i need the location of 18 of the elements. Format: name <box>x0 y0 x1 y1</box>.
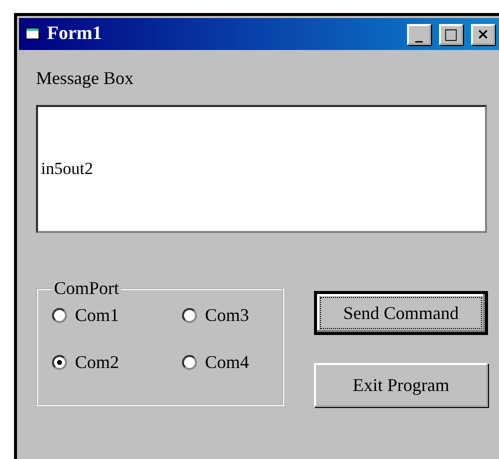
message-box[interactable]: in5out2 <box>36 105 487 233</box>
window-title: Form1 <box>47 23 103 45</box>
radio-button[interactable] <box>52 355 67 370</box>
minimize-button[interactable]: _ <box>407 24 431 44</box>
radio-label: Com1 <box>75 305 120 326</box>
radio-label: Com4 <box>205 352 250 373</box>
radio-button[interactable] <box>52 308 67 323</box>
radio-label: Com3 <box>205 305 250 326</box>
message-label: Message Box <box>36 68 134 89</box>
window-icon <box>25 27 41 41</box>
frame-title: ComPort <box>53 278 120 299</box>
close-button[interactable]: × <box>471 24 495 44</box>
command-button[interactable]: Exit Program <box>314 363 488 407</box>
radio-button[interactable] <box>182 355 197 370</box>
radio-label: Com2 <box>75 352 120 373</box>
maximize-button[interactable]: □ <box>439 24 463 44</box>
radio-button[interactable] <box>182 308 197 323</box>
command-button[interactable]: Send Command <box>314 291 488 335</box>
